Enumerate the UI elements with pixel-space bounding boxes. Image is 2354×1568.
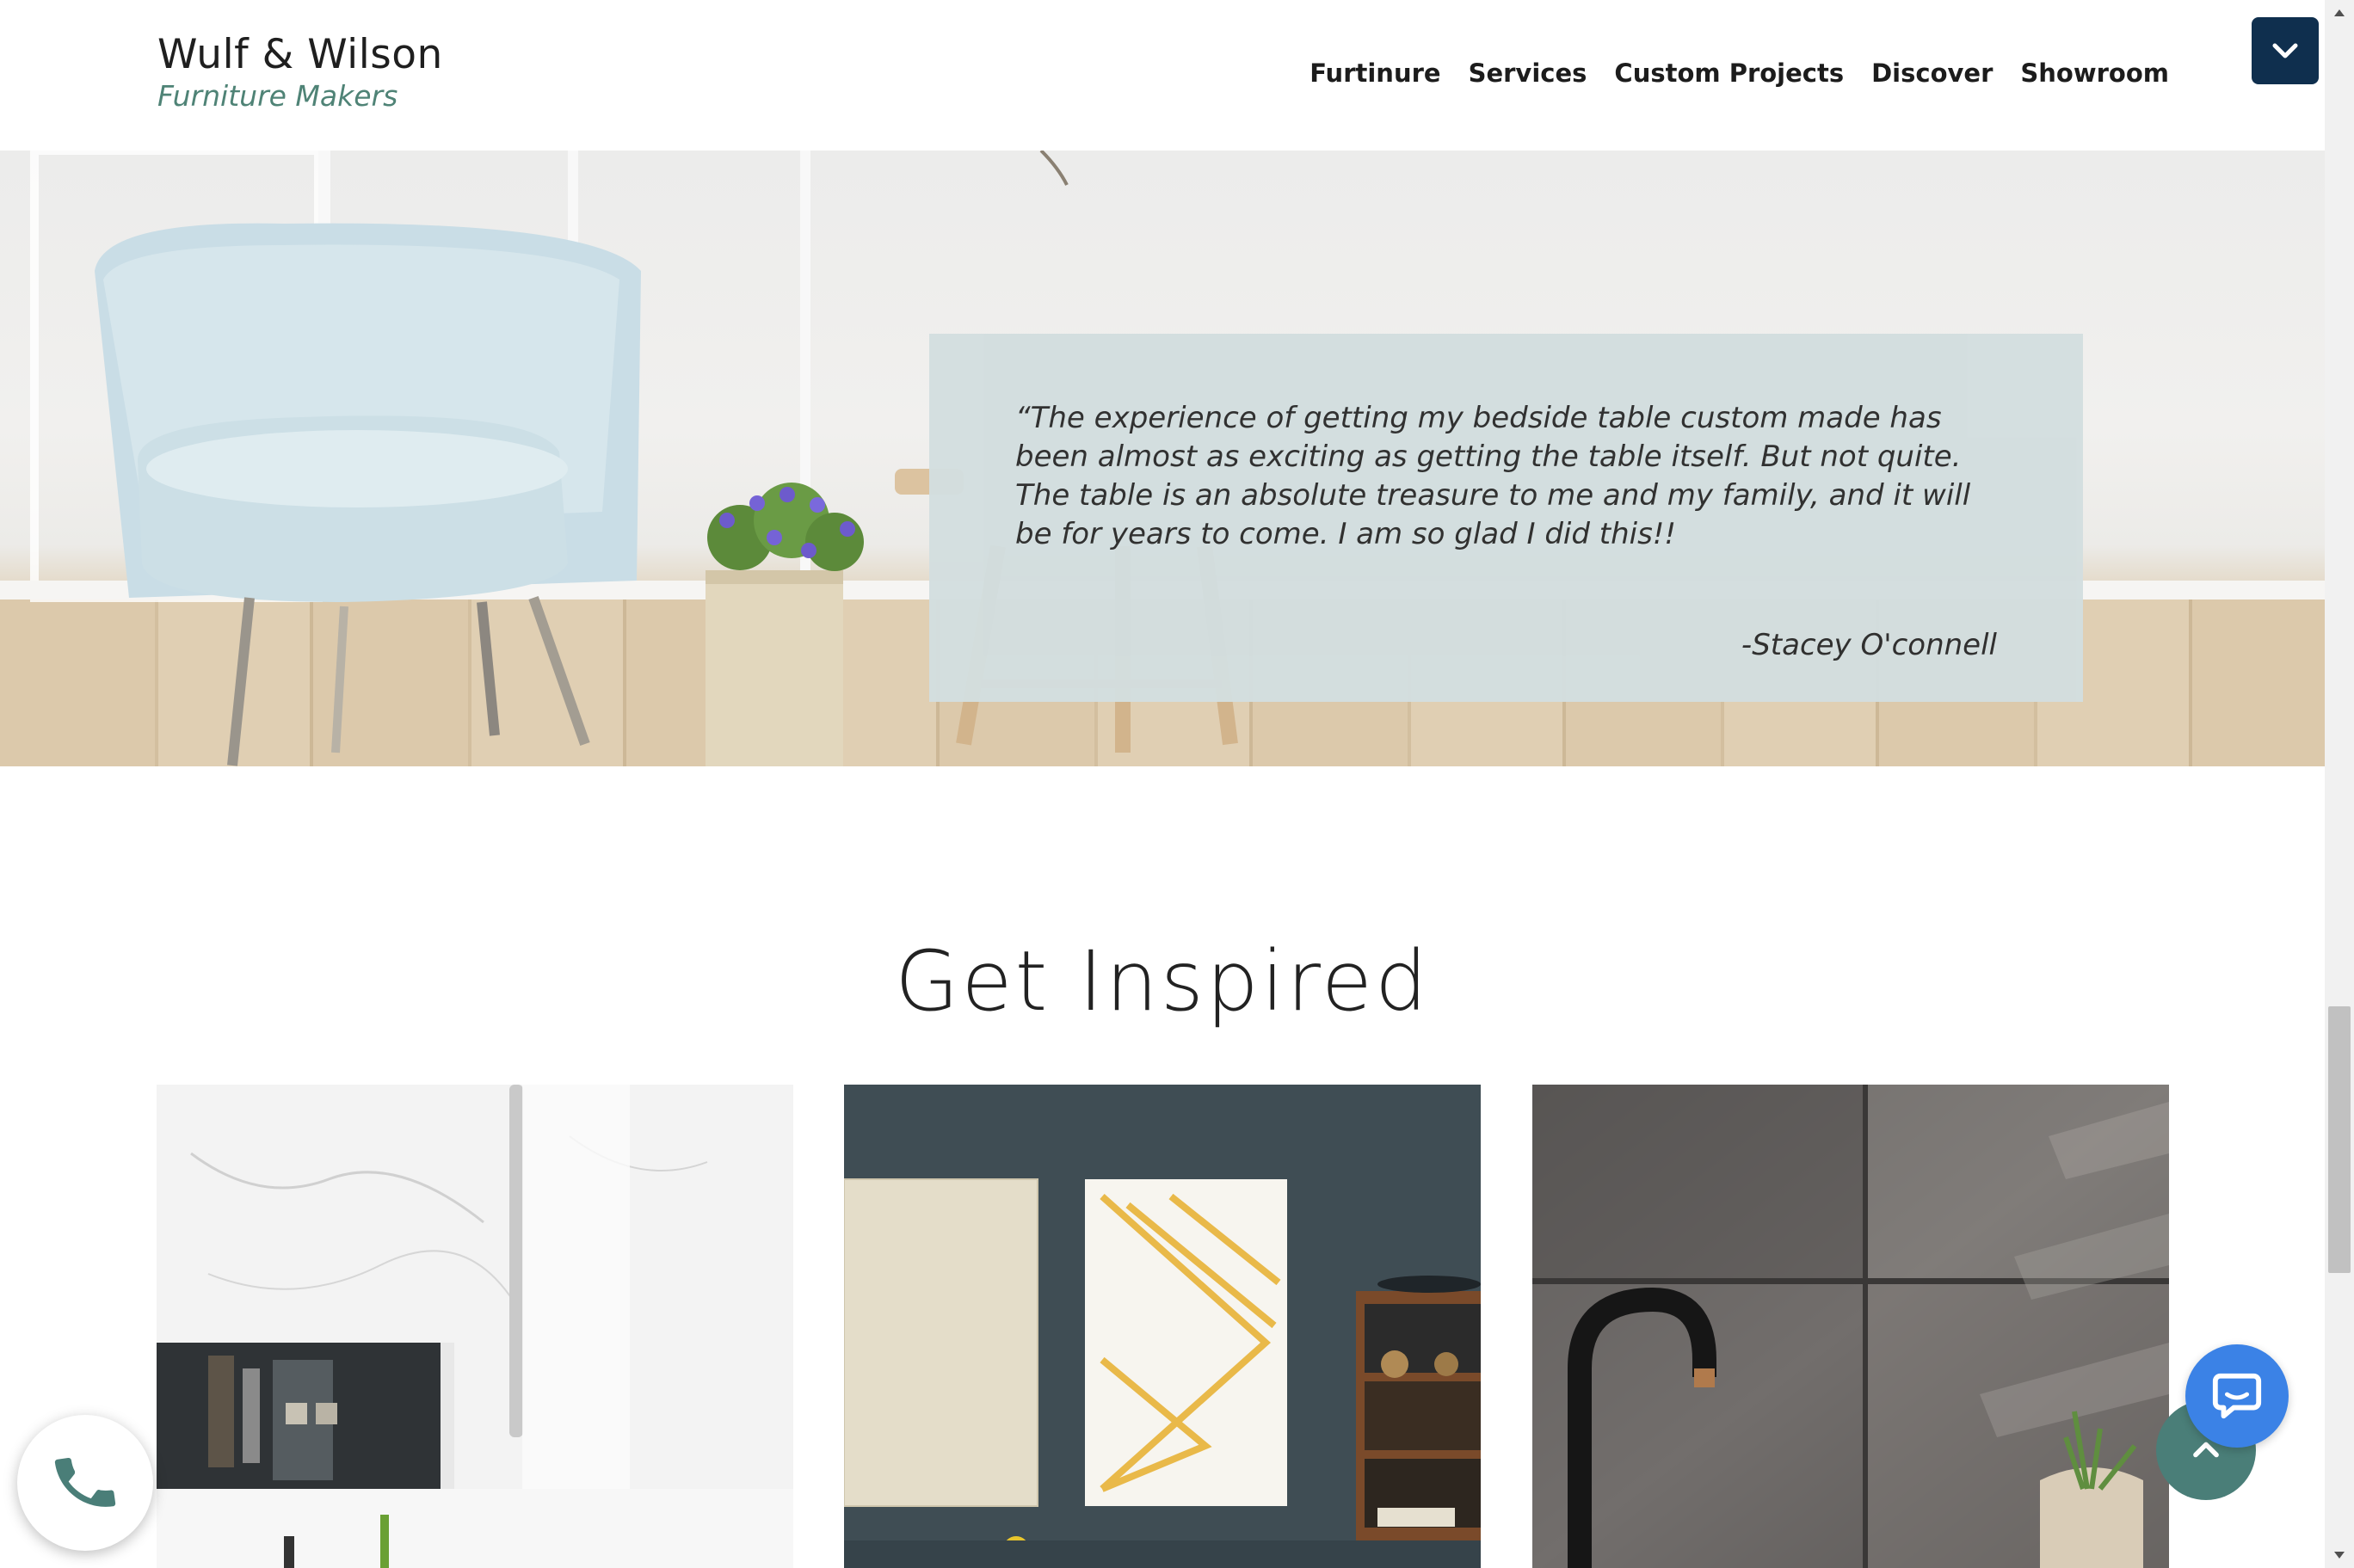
nav-item-discover[interactable]: Discover	[1871, 58, 1993, 88]
nav-item-showroom[interactable]: Showroom	[2020, 58, 2169, 88]
chat-icon	[2212, 1373, 2262, 1419]
testimonial-hero: “The experience of getting my bedside ta…	[0, 151, 2325, 766]
kitchen-image	[1532, 1085, 2169, 1568]
scroll-up-arrow-icon[interactable]	[2325, 0, 2354, 26]
menu-toggle-button[interactable]	[2252, 17, 2319, 84]
brand-name[interactable]: Wulf & Wilson	[157, 31, 443, 78]
nav-item-custom-projects[interactable]: Custom Projects	[1614, 58, 1844, 88]
nav-item-services[interactable]: Services	[1469, 58, 1587, 88]
main-nav: Furtinure Services Custom Projects Disco…	[1309, 58, 2169, 88]
inspiration-card-kitchen[interactable]	[1532, 1085, 2169, 1568]
inspiration-card-living-room[interactable]	[844, 1085, 1481, 1568]
section-title-get-inspired: Get Inspired	[895, 933, 1430, 1030]
site-header: Wulf & Wilson Furniture Makers Furtinure…	[0, 0, 2325, 151]
testimonial-card: “The experience of getting my bedside ta…	[929, 334, 2083, 702]
scroll-down-arrow-icon[interactable]	[2325, 1542, 2354, 1568]
brand-tagline: Furniture Makers	[157, 79, 398, 113]
nav-item-furniture[interactable]: Furtinure	[1309, 58, 1440, 88]
bathroom-image	[157, 1085, 793, 1568]
living-room-image	[844, 1085, 1481, 1568]
page-scrollbar[interactable]	[2325, 0, 2354, 1568]
chevron-down-icon	[2272, 43, 2298, 58]
phone-icon	[54, 1457, 116, 1507]
live-chat-button[interactable]	[2185, 1344, 2289, 1448]
scrollbar-thumb[interactable]	[2328, 1006, 2351, 1273]
inspiration-card-bathroom[interactable]	[157, 1085, 793, 1568]
testimonial-quote: “The experience of getting my bedside ta…	[1015, 401, 1971, 551]
testimonial-author: -Stacey O'connell	[1741, 628, 1997, 662]
call-button[interactable]	[17, 1415, 153, 1551]
